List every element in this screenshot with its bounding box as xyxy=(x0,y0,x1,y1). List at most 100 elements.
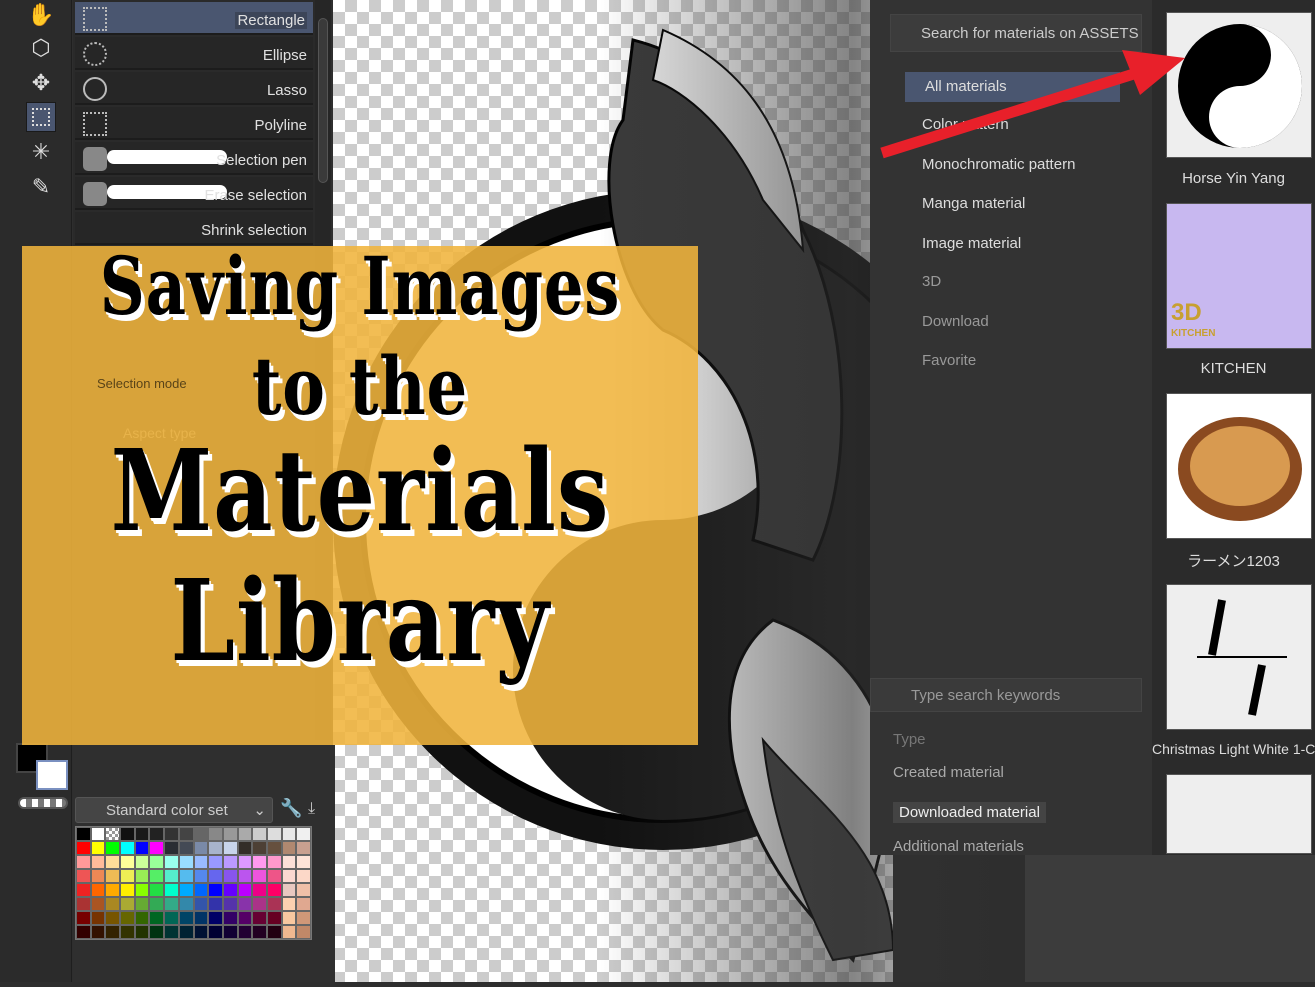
wrench-icon[interactable]: 🔧 xyxy=(280,798,302,819)
palette-swatch[interactable] xyxy=(193,883,209,897)
palette-swatch[interactable] xyxy=(149,925,165,939)
palette-swatch[interactable] xyxy=(266,883,282,897)
palette-swatch[interactable] xyxy=(149,827,165,841)
palette-swatch[interactable] xyxy=(76,897,91,911)
palette-swatch[interactable] xyxy=(149,841,165,855)
tree-item-3d[interactable]: 3D xyxy=(922,273,941,290)
palette-swatch[interactable] xyxy=(296,925,311,939)
palette-swatch[interactable] xyxy=(164,883,179,897)
palette-swatch[interactable] xyxy=(134,869,150,883)
palette-swatch[interactable] xyxy=(252,925,267,939)
palette-swatch[interactable] xyxy=(208,855,223,869)
palette-swatch[interactable] xyxy=(149,869,165,883)
palette-swatch[interactable] xyxy=(281,911,297,925)
palette-swatch[interactable] xyxy=(208,827,223,841)
3d-object-icon[interactable]: ⬡ xyxy=(26,33,56,63)
palette-swatch[interactable] xyxy=(266,869,282,883)
palette-swatch[interactable] xyxy=(281,827,297,841)
palette-swatch[interactable] xyxy=(222,841,238,855)
palette-swatch[interactable] xyxy=(266,827,282,841)
import-icon[interactable]: ⤓ xyxy=(308,800,315,818)
palette-swatch[interactable] xyxy=(120,841,135,855)
palette-swatch[interactable] xyxy=(90,925,106,939)
palette-swatch[interactable] xyxy=(178,869,194,883)
palette-swatch[interactable] xyxy=(90,897,106,911)
palette-swatch[interactable] xyxy=(134,827,150,841)
palette-swatch[interactable] xyxy=(178,883,194,897)
palette-swatch[interactable] xyxy=(281,841,297,855)
palette-swatch[interactable] xyxy=(208,841,223,855)
palette-swatch[interactable] xyxy=(296,869,311,883)
palette-swatch[interactable] xyxy=(237,841,253,855)
palette-swatch[interactable] xyxy=(134,925,150,939)
palette-swatch[interactable] xyxy=(90,869,106,883)
palette-swatch[interactable] xyxy=(222,869,238,883)
material-thumb-kitchen[interactable]: 3D KITCHEN xyxy=(1166,203,1312,349)
palette-swatch[interactable] xyxy=(193,827,209,841)
palette-swatch[interactable] xyxy=(76,911,91,925)
palette-swatch[interactable] xyxy=(222,925,238,939)
palette-swatch[interactable] xyxy=(193,911,209,925)
scrollbar-thumb[interactable] xyxy=(318,18,328,183)
palette-swatch[interactable] xyxy=(281,855,297,869)
palette-swatch[interactable] xyxy=(266,897,282,911)
keyword-search-input[interactable]: Type search keywords xyxy=(870,678,1142,712)
tree-item-download[interactable]: Download xyxy=(922,313,989,330)
sub-color-swatch[interactable] xyxy=(36,760,68,790)
palette-swatch[interactable] xyxy=(178,911,194,925)
palette-swatch[interactable] xyxy=(105,897,121,911)
palette-swatch[interactable] xyxy=(120,911,135,925)
palette-swatch[interactable] xyxy=(134,841,150,855)
palette-swatch[interactable] xyxy=(76,841,91,855)
material-thumb-ramen[interactable] xyxy=(1166,393,1312,539)
palette-swatch[interactable] xyxy=(90,883,106,897)
material-thumb-christmas-light-2[interactable] xyxy=(1166,774,1312,854)
palette-swatch[interactable] xyxy=(90,827,106,841)
palette-swatch[interactable] xyxy=(76,855,91,869)
palette-swatch[interactable] xyxy=(266,925,282,939)
palette-swatch[interactable] xyxy=(222,897,238,911)
palette-swatch[interactable] xyxy=(237,925,253,939)
palette-swatch[interactable] xyxy=(266,911,282,925)
type-additional-materials[interactable]: Additional materials xyxy=(893,838,1024,855)
subtool-erase-selection[interactable]: Erase selection xyxy=(75,177,313,210)
palette-swatch[interactable] xyxy=(149,897,165,911)
palette-swatch[interactable] xyxy=(164,911,179,925)
magic-wand-icon[interactable]: ✳ xyxy=(26,137,56,167)
palette-swatch[interactable] xyxy=(105,869,121,883)
palette-swatch[interactable] xyxy=(76,827,91,841)
palette-swatch[interactable] xyxy=(237,827,253,841)
palette-swatch[interactable] xyxy=(178,827,194,841)
palette-swatch[interactable] xyxy=(76,883,91,897)
palette-swatch[interactable] xyxy=(76,925,91,939)
palette-swatch[interactable] xyxy=(296,883,311,897)
palette-swatch[interactable] xyxy=(193,869,209,883)
palette-swatch[interactable] xyxy=(222,827,238,841)
palette-swatch[interactable] xyxy=(237,883,253,897)
palette-swatch[interactable] xyxy=(193,925,209,939)
palette-swatch[interactable] xyxy=(222,883,238,897)
palette-swatch[interactable] xyxy=(296,827,311,841)
palette-swatch[interactable] xyxy=(120,897,135,911)
palette-swatch[interactable] xyxy=(252,911,267,925)
palette-swatch[interactable] xyxy=(237,855,253,869)
palette-swatch[interactable] xyxy=(105,827,121,841)
palette-swatch[interactable] xyxy=(90,841,106,855)
palette-swatch[interactable] xyxy=(105,883,121,897)
palette-swatch[interactable] xyxy=(208,925,223,939)
palette-swatch[interactable] xyxy=(164,841,179,855)
palette-swatch[interactable] xyxy=(296,855,311,869)
palette-swatch[interactable] xyxy=(120,869,135,883)
palette-swatch[interactable] xyxy=(281,869,297,883)
material-thumb-horse-yin-yang[interactable] xyxy=(1166,12,1312,158)
palette-swatch[interactable] xyxy=(120,883,135,897)
tree-item-favorite[interactable]: Favorite xyxy=(922,352,976,369)
tree-item-color-pattern[interactable]: Color pattern xyxy=(922,116,1009,133)
palette-swatch[interactable] xyxy=(178,841,194,855)
palette-swatch[interactable] xyxy=(266,855,282,869)
palette-swatch[interactable] xyxy=(90,911,106,925)
palette-swatch[interactable] xyxy=(149,855,165,869)
tree-item-manga-material[interactable]: Manga material xyxy=(922,195,1025,212)
palette-swatch[interactable] xyxy=(134,883,150,897)
palette-swatch[interactable] xyxy=(281,897,297,911)
